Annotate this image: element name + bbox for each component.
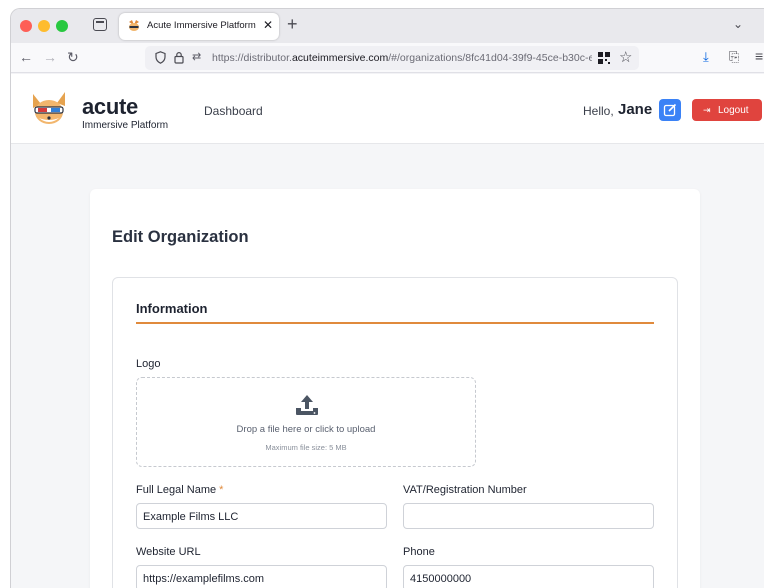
page-title: Edit Organization [112,228,249,246]
logo-label: Logo [136,358,161,370]
logout-button[interactable]: ⇥ Logout [692,99,762,121]
greeting-text: Hello, [583,104,614,118]
upload-icon [296,395,318,415]
forward-icon[interactable]: → [43,49,57,65]
lock-icon[interactable] [174,51,184,64]
vat-input[interactable] [403,503,654,529]
brand-name[interactable]: acute [82,94,138,120]
reload-icon[interactable]: ↻ [67,49,79,66]
browser-tab[interactable]: Acute Immersive Platform ✕ [119,13,279,40]
window-maximize-button[interactable] [56,20,68,32]
download-icon[interactable]: ⤓ [703,49,709,65]
legal-name-label: Full Legal Name * [136,484,224,496]
tab-title: Acute Immersive Platform [147,20,256,31]
information-section: Information Logo Drop a file here or cli… [112,277,678,588]
edit-organization-card: Edit Organization Information Logo Drop … [90,189,700,588]
close-icon[interactable]: ✕ [263,18,273,32]
window-minimize-button[interactable] [38,20,50,32]
pencil-icon [663,103,677,117]
upload-size-hint: Maximum file size: 5 MB [265,443,347,452]
phone-label: Phone [403,546,435,558]
menu-icon[interactable]: ≡ [755,48,763,64]
tab-strip: Acute Immersive Platform ✕ + ⌄ [11,9,764,43]
vat-label: VAT/Registration Number [403,484,527,496]
share-icon[interactable]: ⎘ [729,49,739,65]
qr-code-icon[interactable] [598,52,610,64]
bookmark-star-icon[interactable]: ☆ [619,48,632,66]
permissions-icon[interactable]: ⇄ [192,50,201,63]
phone-input[interactable]: 4150000000 [403,565,654,588]
favicon-icon [129,20,139,31]
logout-label: Logout [718,105,749,116]
chevron-down-icon[interactable]: ⌄ [733,17,743,31]
tab-overview-icon[interactable] [93,18,107,31]
shield-icon[interactable] [155,51,166,64]
required-marker: * [219,484,224,496]
section-title: Information [136,301,208,316]
section-divider [136,322,654,324]
website-input[interactable]: https://examplefilms.com [136,565,387,588]
site-header: acute Immersive Platform Dashboard Hello… [11,74,764,144]
upload-instructions: Drop a file here or click to upload [236,424,376,435]
plus-icon[interactable]: + [287,14,298,35]
page-viewport: acute Immersive Platform Dashboard Hello… [11,74,764,588]
legal-name-input[interactable]: Example Films LLC [136,503,387,529]
address-bar[interactable]: ⇄ https://distributor.acuteimmersive.com… [145,46,639,70]
logout-icon: ⇥ [703,105,711,115]
browser-window: Acute Immersive Platform ✕ + ⌄ ← → ↻ ⇄ h… [10,8,764,588]
url-text[interactable]: https://distributor.acuteimmersive.com/#… [212,52,592,64]
user-name: Jane [618,101,653,118]
window-close-button[interactable] [20,20,32,32]
back-icon[interactable]: ← [19,49,33,65]
edit-profile-button[interactable] [659,99,681,121]
navigation-toolbar: ← → ↻ ⇄ https://distributor.acuteimmersi… [11,43,764,73]
mascot-logo[interactable] [29,90,69,128]
nav-dashboard-link[interactable]: Dashboard [204,104,263,118]
website-label: Website URL [136,546,201,558]
logo-upload-dropzone[interactable]: Drop a file here or click to upload Maxi… [136,377,476,467]
brand-subtitle: Immersive Platform [82,120,169,131]
